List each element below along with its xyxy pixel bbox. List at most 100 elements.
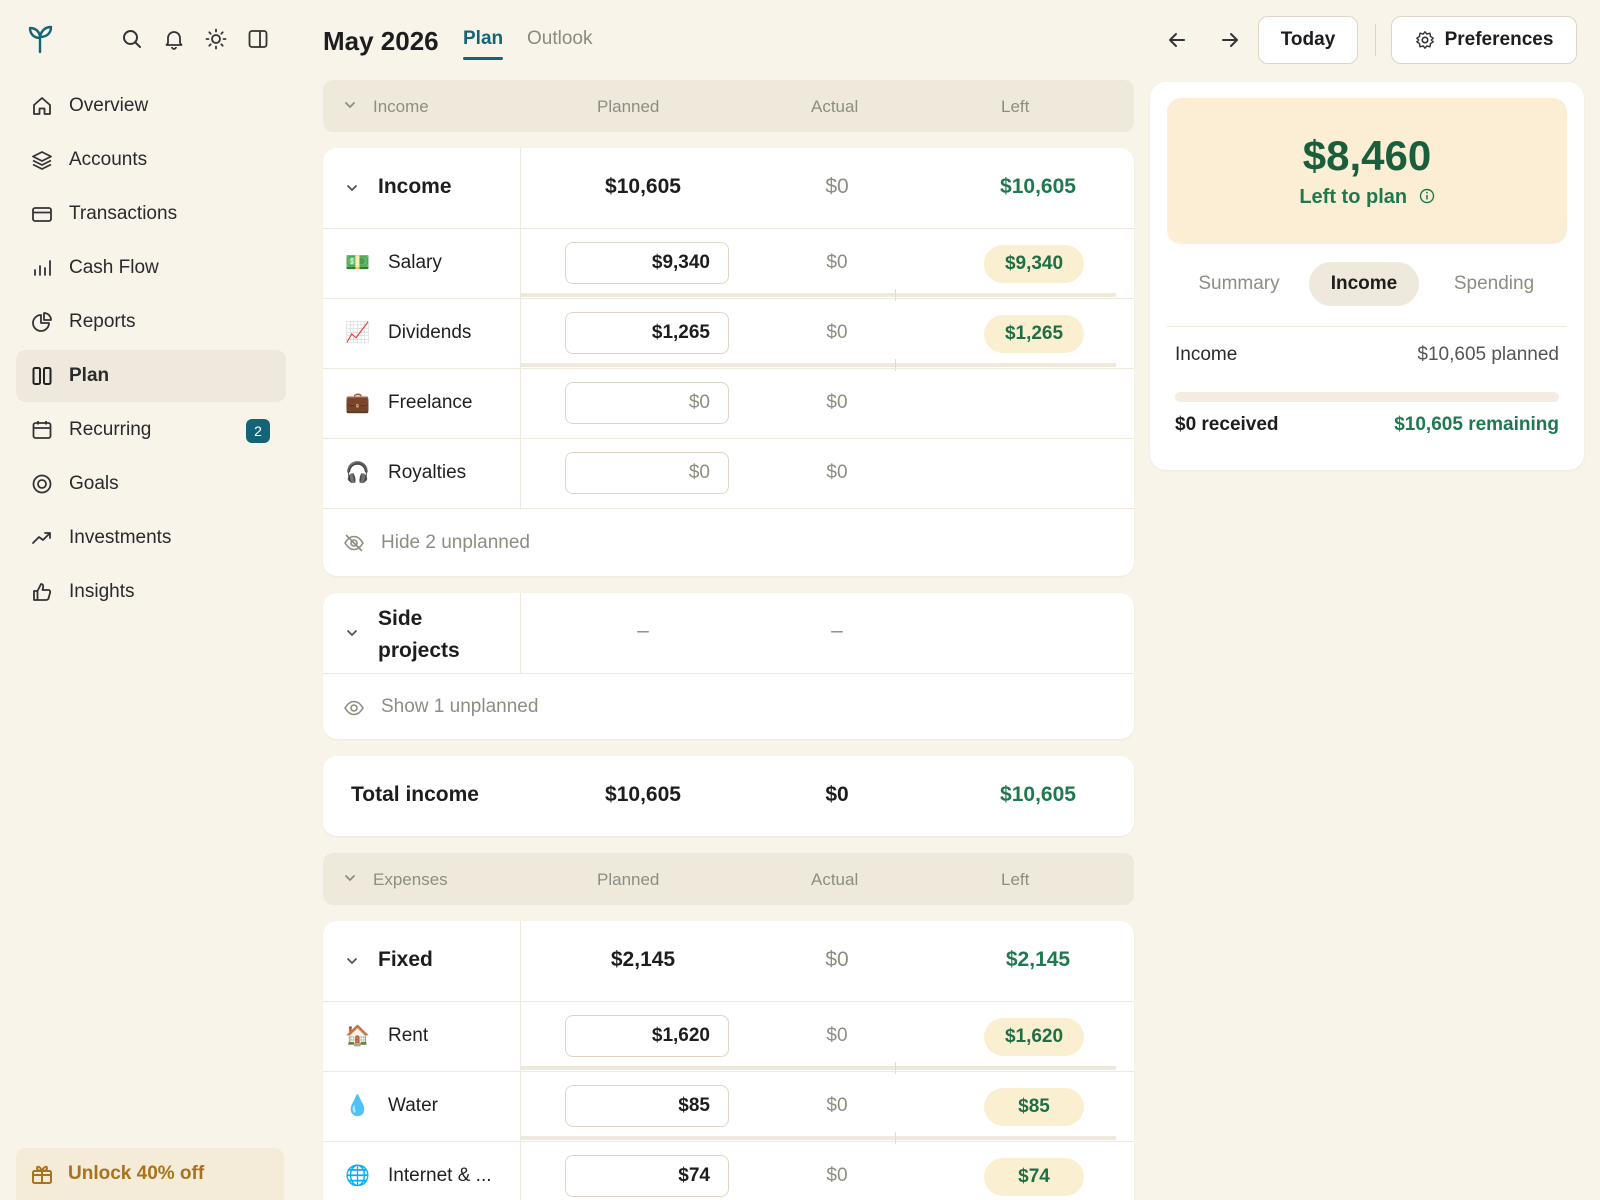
sidebar-item-plan[interactable]: Plan xyxy=(16,350,286,402)
today-button[interactable]: Today xyxy=(1258,16,1358,64)
sidebar-item-cash-flow[interactable]: Cash Flow xyxy=(16,242,286,294)
actual-amount: $0 xyxy=(826,1095,848,1116)
group-actual: $0 xyxy=(825,948,849,971)
received-value: $0 received xyxy=(1175,414,1279,435)
preferences-button[interactable]: Preferences xyxy=(1391,16,1577,64)
total-planned: $10,605 xyxy=(605,783,681,806)
hide-unplanned-label: Hide 2 unplanned xyxy=(381,532,530,553)
sidebar-item-investments[interactable]: Investments xyxy=(16,512,286,564)
planned-amount-input[interactable]: $1,265 xyxy=(565,312,729,354)
promo-banner[interactable]: Unlock 40% off xyxy=(16,1148,284,1200)
house-icon: 🏠 xyxy=(345,1025,370,1047)
planned-amount-input[interactable]: $0 xyxy=(565,452,729,494)
sun-icon[interactable] xyxy=(203,26,229,52)
table-row[interactable]: 🏠 Rent $1,620 $0 $1,620 xyxy=(323,1001,1134,1074)
trend-up-icon xyxy=(31,527,53,549)
header-divider xyxy=(1375,24,1376,56)
group-row[interactable]: Income $10,605 $0 $10,605 xyxy=(323,148,1134,228)
tab-summary[interactable]: Summary xyxy=(1179,262,1299,306)
income-section-header[interactable]: Income Planned Actual Left xyxy=(323,80,1134,132)
panel-divider xyxy=(1167,326,1567,327)
search-icon[interactable] xyxy=(119,26,145,52)
table-row[interactable]: 📈 Dividends $1,265 $0 $1,265 xyxy=(323,298,1134,371)
panel-tabs: Summary Income Spending xyxy=(1167,262,1567,306)
bell-icon[interactable] xyxy=(161,26,187,52)
total-actual: $0 xyxy=(825,783,849,806)
eye-off-icon xyxy=(344,534,364,552)
next-month-button[interactable] xyxy=(1216,28,1244,52)
info-icon[interactable] xyxy=(1419,188,1435,204)
sidebar-item-reports[interactable]: Reports xyxy=(16,296,286,348)
group-name: Income xyxy=(378,175,452,198)
left-amount-pill: $85 xyxy=(984,1088,1084,1126)
item-name: Internet & ... xyxy=(388,1165,492,1186)
sidebar-item-overview[interactable]: Overview xyxy=(16,80,286,132)
previous-month-button[interactable] xyxy=(1163,28,1191,52)
group-actual: – xyxy=(831,619,843,642)
sidebar-item-recurring[interactable]: Recurring 2 xyxy=(16,404,286,456)
column-header-actual: Actual xyxy=(811,97,859,116)
actual-amount: $0 xyxy=(826,1025,848,1046)
side-projects-group-card: Side projects – – Show 1 unplanned xyxy=(323,593,1134,739)
group-left: $10,605 xyxy=(1000,175,1076,198)
expenses-section-header[interactable]: Expenses Planned Actual Left xyxy=(323,853,1134,905)
item-name: Freelance xyxy=(388,392,473,413)
table-row[interactable]: 🎧 Royalties $0 $0 xyxy=(323,438,1134,508)
item-name: Royalties xyxy=(388,462,467,483)
item-name: Salary xyxy=(388,252,442,273)
progress-bar xyxy=(521,293,1116,297)
left-amount-pill: $1,620 xyxy=(984,1018,1084,1056)
section-title: Income xyxy=(373,97,429,116)
tab-plan[interactable]: Plan xyxy=(463,28,504,60)
headphones-icon: 🎧 xyxy=(345,462,370,484)
group-row[interactable]: Fixed $2,145 $0 $2,145 xyxy=(323,921,1134,1001)
sidebar-item-accounts[interactable]: Accounts xyxy=(16,134,286,186)
logo-icon[interactable] xyxy=(26,24,54,54)
card-icon xyxy=(31,203,53,225)
group-planned: – xyxy=(637,619,649,642)
planned-amount-input[interactable]: $85 xyxy=(565,1085,729,1127)
sidebar-item-label: Recurring xyxy=(69,419,152,440)
group-planned: $2,145 xyxy=(610,948,676,971)
sidebar-item-label: Insights xyxy=(69,581,135,602)
tab-outlook[interactable]: Outlook xyxy=(527,28,592,50)
planned-amount-input[interactable]: $74 xyxy=(565,1155,729,1197)
table-row[interactable]: 💧 Water $85 $0 $85 xyxy=(323,1071,1134,1144)
left-amount-pill: $74 xyxy=(984,1158,1084,1196)
sidebar-toggle-icon[interactable] xyxy=(245,26,271,52)
sidebar-item-goals[interactable]: Goals xyxy=(16,458,286,510)
column-header-actual: Actual xyxy=(811,870,859,889)
sidebar-item-label: Overview xyxy=(69,95,149,116)
hide-unplanned-toggle[interactable]: Hide 2 unplanned xyxy=(323,508,1134,576)
actual-amount: $0 xyxy=(826,322,848,343)
planned-amount-input[interactable]: $9,340 xyxy=(565,242,729,284)
gift-icon xyxy=(30,1162,54,1186)
table-row[interactable]: 💵 Salary $9,340 $0 $9,340 xyxy=(323,228,1134,301)
sidebar-nav: Overview Accounts Transactions Cash Flow… xyxy=(16,80,286,620)
chevron-down-icon xyxy=(347,958,357,965)
group-planned: $10,605 xyxy=(605,175,681,198)
group-name: Fixed xyxy=(378,948,433,971)
thumbs-up-icon xyxy=(31,581,53,603)
sidebar-item-label: Cash Flow xyxy=(69,257,159,278)
table-row[interactable]: 🌐 Internet & ... $74 $0 $74 xyxy=(323,1141,1134,1200)
recurring-count-badge: 2 xyxy=(246,419,270,443)
sidebar-item-transactions[interactable]: Transactions xyxy=(16,188,286,240)
income-progress-bar xyxy=(1175,392,1559,402)
promo-label: Unlock 40% off xyxy=(68,1163,205,1184)
tab-spending[interactable]: Spending xyxy=(1429,262,1559,306)
planned-amount-input[interactable]: $0 xyxy=(565,382,729,424)
tab-income[interactable]: Income xyxy=(1309,262,1419,306)
sidebar: Overview Accounts Transactions Cash Flow… xyxy=(0,0,300,1200)
actual-amount: $0 xyxy=(826,252,848,273)
show-unplanned-label: Show 1 unplanned xyxy=(381,696,539,717)
show-unplanned-toggle[interactable]: Show 1 unplanned xyxy=(323,673,1134,739)
planned-amount-input[interactable]: $1,620 xyxy=(565,1015,729,1057)
total-income-card: Total income $10,605 $0 $10,605 xyxy=(323,756,1134,836)
progress-bar xyxy=(521,1136,1116,1140)
table-row[interactable]: 💼 Freelance $0 $0 xyxy=(323,368,1134,438)
sidebar-item-insights[interactable]: Insights xyxy=(16,566,286,618)
left-amount-pill: $1,265 xyxy=(984,315,1084,353)
progress-bar xyxy=(521,363,1116,367)
group-row[interactable]: Side projects – – xyxy=(323,593,1134,673)
